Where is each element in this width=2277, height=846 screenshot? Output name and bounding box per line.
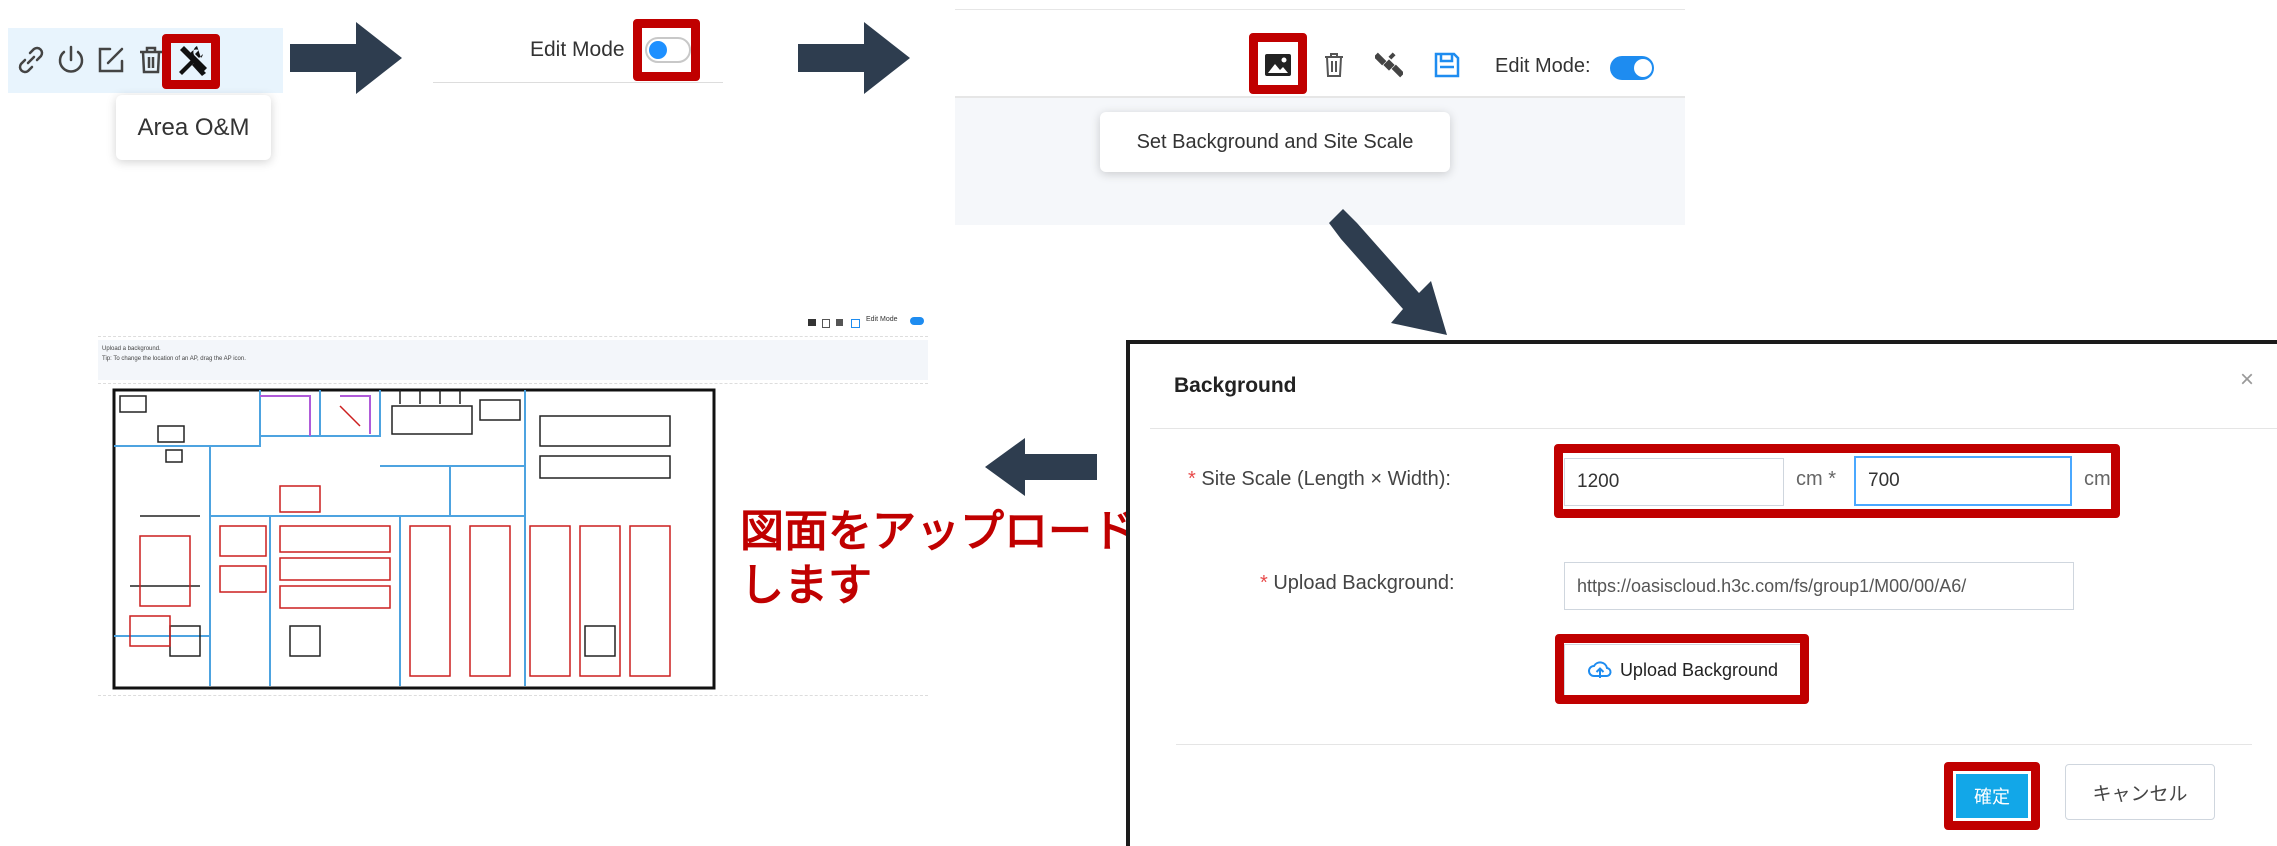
site-scale-label: * Site Scale (Length × Width): [1188, 468, 1451, 490]
annotation-line1: 図面をアップロード [740, 507, 1136, 556]
tooltip-text: Area O&M [137, 113, 250, 141]
panel-toolbar [955, 0, 1685, 98]
cancel-button-label: キャンセル [2092, 783, 2188, 805]
dialog-header-divider [1150, 428, 2277, 429]
dialog-close[interactable]: × [2240, 366, 2254, 394]
divider [433, 82, 723, 83]
arrow-left [985, 438, 1097, 496]
edit-mode-toggle-on[interactable] [1610, 56, 1654, 80]
floor-plan-image [100, 386, 722, 692]
upload-background-label: * Upload Background: [1260, 572, 1455, 594]
dialog-footer-divider [1176, 744, 2252, 745]
annotation-line2: します [740, 561, 872, 610]
tooltip-text: Set Background and Site Scale [1136, 130, 1414, 153]
tooltip-area-om: Area O&M [116, 95, 271, 160]
arrow-right-2 [798, 22, 910, 94]
highlight-tools [162, 34, 220, 89]
edit-mode-label-2: Edit Mode: [1495, 55, 1591, 77]
edit-mode-label: Edit Mode [530, 38, 625, 61]
link-icon[interactable] [14, 43, 48, 77]
background-dialog: Background × * Site Scale (Length × Widt… [1126, 340, 2277, 846]
tooltip-set-background: Set Background and Site Scale [1100, 112, 1450, 172]
satellite-icon[interactable] [1375, 51, 1403, 79]
arrow-right-1 [290, 22, 402, 94]
mini-hint: Upload a background. Tip: To change the … [98, 340, 928, 380]
highlight-image [1249, 33, 1307, 94]
highlight-site-scale [1554, 444, 2120, 518]
toggle-knob [1634, 59, 1652, 77]
trash-icon[interactable] [1323, 52, 1345, 78]
background-url-input[interactable]: https://oasiscloud.h3c.com/fs/group1/M00… [1564, 562, 2074, 610]
highlight-toggle-off [633, 19, 700, 81]
cancel-button[interactable]: キャンセル [2065, 764, 2215, 820]
highlight-ok [1944, 762, 2040, 830]
mini-toolbar: Edit Mode [98, 312, 928, 337]
save-icon[interactable] [1434, 52, 1460, 78]
highlight-upload [1555, 634, 1809, 704]
floorplan-panel: Edit Mode Upload a background. Tip: To c… [98, 312, 928, 697]
mini-edit-mode: Edit Mode [866, 316, 898, 323]
dialog-title: Background [1174, 374, 1297, 397]
arrow-down-right [1329, 209, 1447, 335]
area-toolbar [8, 28, 283, 93]
power-icon[interactable] [54, 43, 88, 77]
edit-icon[interactable] [94, 43, 128, 77]
